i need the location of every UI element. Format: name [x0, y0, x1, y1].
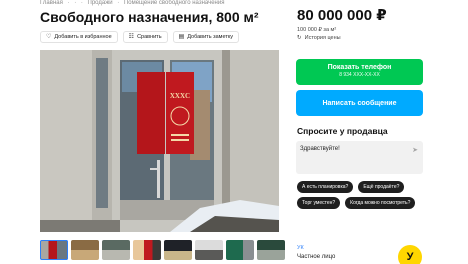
breadcrumb-sep: · [67, 0, 70, 6]
quick-question-chip[interactable]: А есть планировка? [297, 181, 354, 193]
breadcrumb-sep: · [117, 0, 120, 6]
history-icon: ↻ [297, 35, 302, 41]
add-note-button[interactable]: ▤ Добавить заметку [172, 31, 240, 43]
phone-number-masked: 8 934 XXX-XX-XX [339, 72, 380, 78]
breadcrumb-sales[interactable]: Продажи [88, 0, 113, 6]
breadcrumb-sep: · [74, 0, 77, 6]
show-phone-button[interactable]: Показать телефон 8 934 XXX-XX-XX [296, 59, 423, 85]
quick-question-chip[interactable]: Ещё продаёте? [358, 181, 405, 193]
ask-seller-title: Спросите у продавца [297, 126, 388, 136]
seller-type: Частное лицо [297, 254, 336, 260]
thumbnail-1[interactable] [40, 240, 68, 260]
price-history-link[interactable]: ↻ История цены [297, 35, 341, 41]
add-to-favorites-button[interactable]: ♡ Добавить в избранное [40, 31, 118, 43]
note-icon: ▤ [178, 34, 185, 40]
thumbnail-5[interactable] [164, 240, 192, 260]
thumbnail-8[interactable] [257, 240, 285, 260]
poster-text: XXXC [170, 92, 190, 100]
thumbnail-4[interactable] [133, 240, 161, 260]
ask-message-text: Здравствуйте! [300, 146, 340, 152]
compare-button[interactable]: ☷ Сравнить [122, 31, 168, 43]
write-message-button[interactable]: Написать сообщение [296, 90, 423, 116]
quick-question-chip[interactable]: Торг уместен? [297, 197, 341, 209]
seller-avatar[interactable]: У [398, 245, 422, 264]
send-icon[interactable]: ➤ [412, 146, 418, 154]
breadcrumb-home[interactable]: Главная [40, 0, 63, 6]
thumbnail-2[interactable] [71, 240, 99, 260]
listing-actions: ♡ Добавить в избранное ☷ Сравнить ▤ Доба… [40, 31, 240, 43]
thumbnail-6[interactable] [195, 240, 223, 260]
ask-message-input[interactable]: Здравствуйте! ➤ [296, 141, 423, 174]
photo-thumbnails [40, 240, 285, 260]
storefront-door-image: XXXC [40, 50, 279, 232]
price-history-label: История цены [304, 35, 341, 41]
show-phone-label: Показать телефон [327, 64, 392, 71]
quick-questions: А есть планировка? Ещё продаёте? Торг ум… [297, 181, 432, 209]
quick-question-chip[interactable]: Когда можно посмотреть? [345, 197, 416, 209]
page-title: Свободного назначения, 800 м² [40, 9, 259, 25]
seller-name-link[interactable]: УК [297, 245, 304, 251]
compare-icon: ☷ [128, 34, 135, 40]
note-label: Добавить заметку [187, 34, 234, 40]
breadcrumb-category[interactable]: Помещение свободного назначения [124, 0, 225, 6]
compare-label: Сравнить [137, 34, 162, 40]
price-total: 80 000 000 ₽ [297, 7, 387, 24]
thumbnail-3[interactable] [102, 240, 130, 260]
price-per-meter: 100 000 ₽ за м² [297, 27, 337, 33]
heart-icon: ♡ [46, 34, 52, 40]
thumbnail-7[interactable] [226, 240, 254, 260]
breadcrumb-sep: · [80, 0, 83, 6]
main-photo[interactable]: XXXC [40, 50, 279, 232]
breadcrumb: Главная · · · Продажи · Помещение свобод… [40, 0, 227, 6]
favorite-label: Добавить в избранное [54, 34, 112, 40]
